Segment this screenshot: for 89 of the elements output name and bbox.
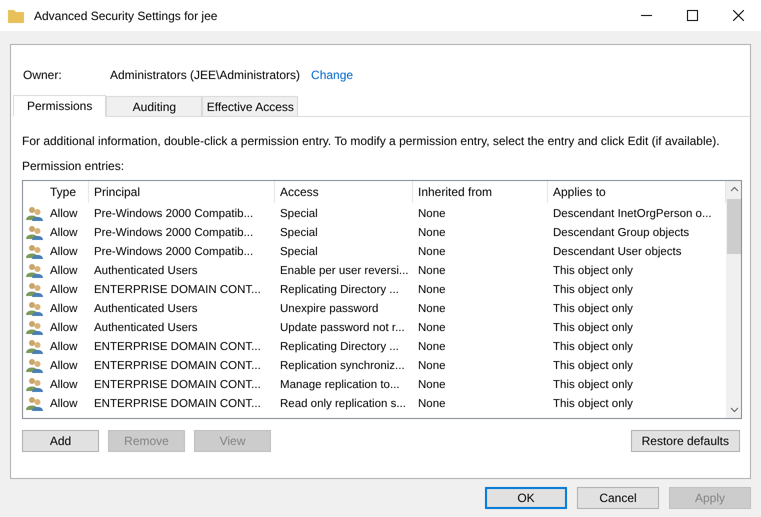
table-cell-text: None [417,398,446,410]
table-cell-text: Allow [49,398,78,410]
table-cell-text: This object only [552,398,634,410]
table-cell-text: Allow [49,226,78,238]
table-cell-text: Descendant InetOrgPerson o... [552,208,713,220]
table-cell-text: Pre-Windows 2000 Compatib... [93,208,254,220]
table-cell-text: This object only [552,264,634,276]
table-cell-text: None [417,284,446,296]
users-icon [26,244,42,259]
table-cell-text: Allow [49,284,78,296]
table-cell-text: Allow [49,322,78,334]
restore-defaults-button[interactable]: Restore defaults [630,430,740,452]
scroll-thumb[interactable] [727,199,741,254]
table-cell-text: Descendant User objects [552,246,682,258]
table-cell-text: ENTERPRISE DOMAIN CONT... [93,378,262,390]
table-cell-text: None [417,378,446,390]
table-cell-text: Replication synchroniz... [279,360,406,372]
tab[interactable]: Effective Access [202,96,298,116]
table-cell-text: ENTERPRISE DOMAIN CONT... [93,340,262,352]
table-cell-text: ENTERPRISE DOMAIN CONT... [93,398,262,410]
users-icon [26,396,42,411]
column-header[interactable]: Inherited from [413,181,548,203]
column-header[interactable]: Principal [89,181,275,203]
table-cell-text: Read only replication s... [279,398,407,410]
info-text: For additional information, double-click a permission entry. To modify a permission entry, select the entry and click Edit (if available). [22,134,721,148]
owner-label: Owner: [23,68,63,82]
table-cell-text: Descendant Group objects [552,226,690,238]
window-title: Advanced Security Settings for jee [34,8,218,22]
table-cell-text: Allow [49,340,78,352]
table-cell-text: This object only [552,360,634,372]
table-cell-text: None [417,264,446,276]
folder-icon [8,8,24,22]
table-cell-text: None [417,340,446,352]
table-cell-text: Allow [49,302,78,314]
users-icon [26,377,42,392]
list-button[interactable]: Add [22,430,99,452]
dialog-button[interactable]: OK [485,487,567,509]
users-icon [26,320,42,335]
users-icon [26,339,42,354]
table-cell-text: Pre-Windows 2000 Compatib... [93,246,254,258]
table-cell-text: Enable per user reversi... [279,264,410,276]
users-icon [26,282,42,297]
table-cell-text: Update password not r... [279,322,406,334]
column-header[interactable]: Access [275,181,413,203]
table-cell-text: ENTERPRISE DOMAIN CONT... [93,284,262,296]
table-cell-text: Authenticated Users [93,302,199,314]
table-cell-text: None [417,322,446,334]
table-cell-text: Pre-Windows 2000 Compatib... [93,226,254,238]
table-cell-text: None [417,226,446,238]
table-cell-text: Replicating Directory ... [279,284,400,296]
close-icon [732,10,744,21]
maximize-icon [686,10,698,21]
table-cell-text: Special [279,246,319,258]
table-cell-text: Authenticated Users [93,322,199,334]
users-icon [26,358,42,373]
table-cell-text: None [417,302,446,314]
column-header[interactable]: Type [45,181,89,203]
table-cell-text: Authenticated Users [93,264,199,276]
table-cell-text: None [417,246,446,258]
users-icon [26,225,42,240]
table-cell-text: This object only [552,284,634,296]
table-cell-text: This object only [552,378,634,390]
tab[interactable]: Auditing [106,96,202,116]
table-cell-text: Unexpire password [279,302,380,314]
table-cell-text: This object only [552,322,634,334]
table-cell-text: ENTERPRISE DOMAIN CONT... [93,360,262,372]
change-link[interactable]: Change [311,68,354,82]
entries-label: Permission entries: [22,159,126,173]
dialog-button[interactable]: Cancel [577,487,659,509]
users-icon [26,206,42,221]
table-cell-text: None [417,360,446,372]
table-cell-text: Allow [49,264,78,276]
owner-value: Administrators (JEE\Administrators) [110,68,300,82]
scrollbar[interactable] [726,181,741,418]
table-cell-text: Replicating Directory ... [279,340,400,352]
table-cell-text: Allow [49,378,78,390]
table-cell-text: Allow [49,208,78,220]
minimize-icon [640,15,652,16]
table-cell-text: Special [279,208,319,220]
table-cell-text: Special [279,226,319,238]
tab[interactable]: Permissions [13,95,106,117]
table-cell-text: Manage replication to... [279,378,401,390]
table-cell-text: This object only [552,302,634,314]
table-cell-text: Allow [49,360,78,372]
table-cell-text: None [417,208,446,220]
users-icon [26,263,42,278]
table-cell-text: Allow [49,246,78,258]
table-cell-text: This object only [552,340,634,352]
users-icon [26,301,42,316]
